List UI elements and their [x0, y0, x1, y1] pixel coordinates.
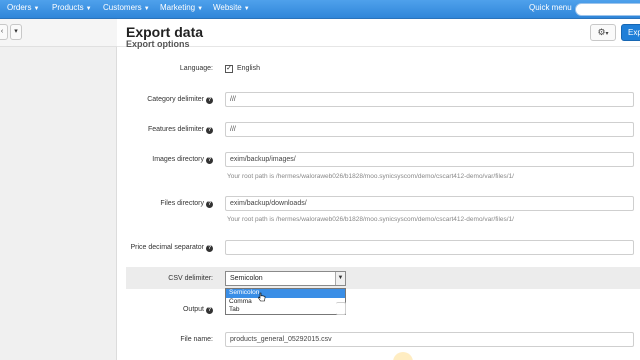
images-directory-label: Images directory?	[63, 156, 213, 164]
hand-cursor-icon	[258, 292, 266, 302]
nav-marketing[interactable]: Marketing ▼	[160, 3, 203, 12]
chevron-down-icon: ▼	[85, 6, 92, 12]
features-delimiter-label: Features delimiter?	[63, 126, 213, 134]
sidebar-dropdown-button[interactable]: ▾	[10, 24, 22, 40]
dropdown-option-semicolon[interactable]: Semicolon	[226, 289, 345, 298]
help-icon[interactable]: ?	[206, 157, 213, 164]
nav-orders[interactable]: Orders ▼	[7, 3, 39, 12]
checkmark-icon: ✓	[226, 65, 232, 72]
output-select-edge[interactable]	[336, 302, 346, 315]
help-icon[interactable]: ?	[206, 201, 213, 208]
file-name-input[interactable]: products_general_05292015.csv	[225, 332, 634, 347]
files-directory-label-text: Files directory	[160, 200, 204, 207]
help-icon[interactable]: ?	[206, 97, 213, 104]
nav-customers-label: Customers	[103, 3, 142, 12]
sidebar-toggle-button[interactable]: ‹	[0, 24, 8, 40]
nav-marketing-label: Marketing	[160, 3, 196, 12]
chevron-down-icon: ▾	[605, 31, 609, 37]
language-value: English	[237, 65, 260, 72]
page-title: Export data	[126, 24, 204, 40]
chevron-left-icon: ‹	[0, 28, 4, 35]
output-label-text: Output	[182, 306, 204, 313]
dropdown-option-comma[interactable]: Comma	[226, 298, 345, 307]
nav-website-label: Website	[213, 3, 242, 12]
chevron-down-icon: ▾	[14, 28, 18, 35]
csv-delimiter-dropdown: Semicolon Comma Tab	[225, 288, 346, 315]
language-checkbox[interactable]: ✓	[225, 65, 233, 73]
gear-icon: ⚙	[597, 27, 606, 37]
csv-delimiter-selected: Semicolon	[230, 275, 263, 282]
features-delimiter-label-text: Features delimiter	[147, 126, 204, 133]
language-label: Language:	[179, 65, 213, 72]
price-decimal-separator-label: Price decimal separator?	[63, 244, 213, 252]
settings-button[interactable]: ⚙▾	[590, 24, 616, 41]
nav-orders-label: Orders	[7, 3, 32, 12]
chevron-down-icon: ▼	[143, 6, 150, 12]
nav-customers[interactable]: Customers ▼	[103, 3, 150, 12]
quick-search-input[interactable]	[575, 3, 640, 16]
images-directory-label-text: Images directory	[152, 156, 204, 163]
category-delimiter-label-text: Category delimiter	[147, 96, 204, 103]
price-decimal-separator-input[interactable]	[225, 240, 634, 255]
category-delimiter-label: Category delimiter?	[63, 96, 213, 104]
nav-products[interactable]: Products ▼	[52, 3, 92, 12]
nav-website[interactable]: Website ▼	[213, 3, 250, 12]
help-icon[interactable]: ?	[206, 307, 213, 314]
files-directory-hint: Your root path is /hermes/waloraweb026/b…	[227, 216, 514, 223]
files-directory-label: Files directory?	[63, 200, 213, 208]
price-decimal-separator-label-text: Price decimal separator	[130, 244, 204, 251]
chevron-down-icon: ▼	[197, 6, 204, 12]
export-button[interactable]: Exp	[621, 24, 640, 41]
csv-delimiter-select[interactable]: Semicolon ▼	[225, 271, 346, 286]
files-directory-input[interactable]: exim/backup/downloads/	[225, 196, 634, 211]
file-name-label: File name:	[180, 336, 213, 343]
output-label: Output?	[63, 306, 213, 314]
images-directory-input[interactable]: exim/backup/images/	[225, 152, 634, 167]
click-highlight	[393, 352, 413, 360]
chevron-down-icon: ▼	[243, 6, 250, 12]
help-icon[interactable]: ?	[206, 245, 213, 252]
nav-products-label: Products	[52, 3, 84, 12]
features-delimiter-input[interactable]: ///	[225, 122, 634, 137]
section-title: Export options	[126, 39, 190, 49]
dropdown-option-tab[interactable]: Tab	[226, 306, 345, 315]
csv-delimiter-label: CSV delimiter:	[168, 275, 213, 282]
quick-menu-link[interactable]: Quick menu	[529, 3, 572, 12]
chevron-down-icon: ▼	[33, 6, 40, 12]
chevron-down-icon[interactable]: ▼	[335, 272, 345, 285]
help-icon[interactable]: ?	[206, 127, 213, 134]
left-sidebar-header: ‹ ▾	[0, 19, 117, 47]
images-directory-hint: Your root path is /hermes/waloraweb026/b…	[227, 173, 514, 180]
category-delimiter-input[interactable]: ///	[225, 92, 634, 107]
